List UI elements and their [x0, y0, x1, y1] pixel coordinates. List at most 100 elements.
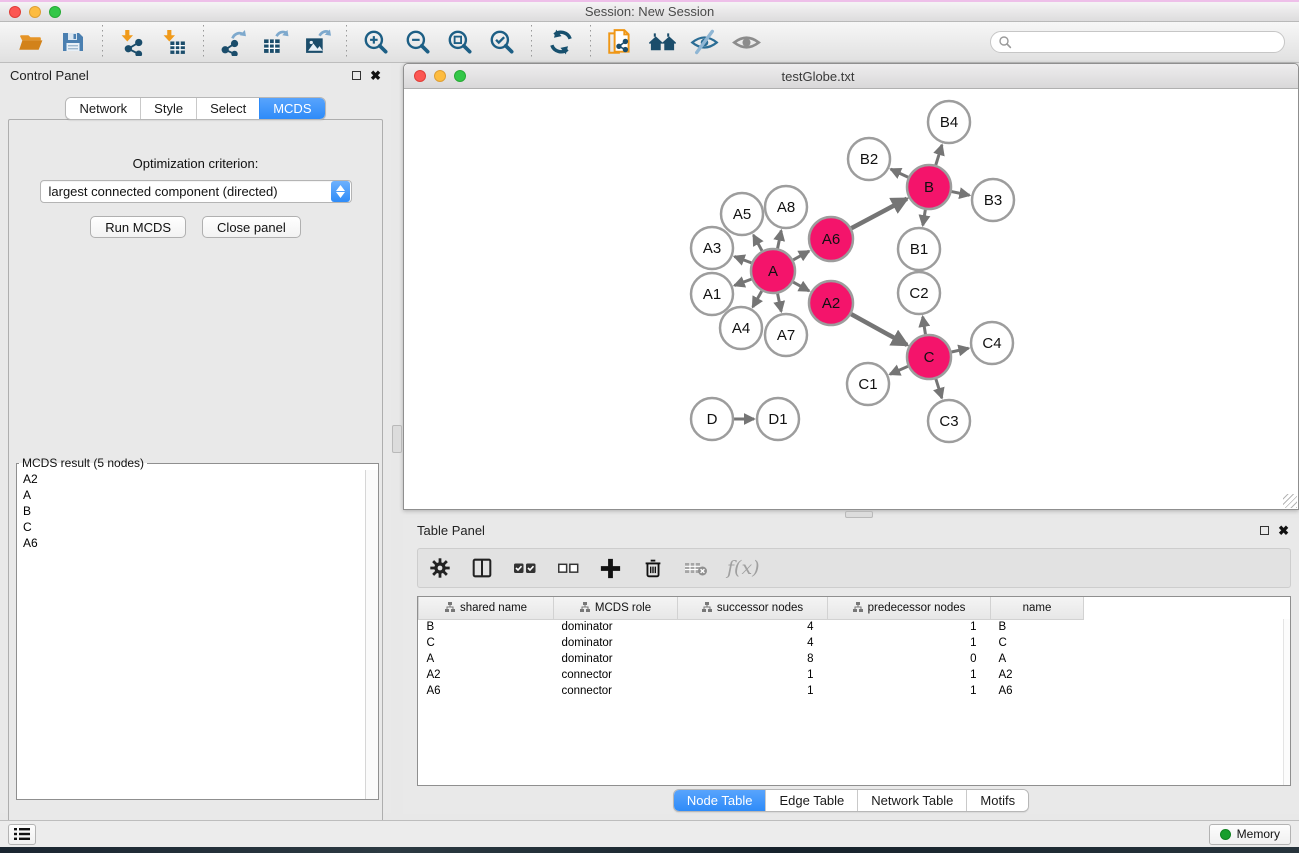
network-minimize-button[interactable] [434, 70, 446, 82]
result-list-item[interactable]: A2 [23, 471, 372, 487]
table-settings-button[interactable] [428, 556, 452, 580]
col-mcds-role[interactable]: MCDS role [554, 597, 678, 619]
select-all-button[interactable] [512, 555, 538, 581]
graph-node-A8[interactable]: A8 [765, 186, 807, 228]
table-row[interactable]: Bdominator41B [419, 619, 1291, 635]
graph-node-A[interactable]: A [751, 249, 795, 293]
split-columns-button[interactable] [470, 556, 494, 580]
tab-node-table[interactable]: Node Table [674, 790, 766, 811]
export-image-button[interactable] [300, 25, 334, 59]
graph-edge-B-B1[interactable] [923, 210, 926, 226]
graph-edge-A-A5[interactable] [753, 235, 762, 251]
tab-mcds[interactable]: MCDS [259, 98, 324, 119]
table-cell[interactable]: A [991, 651, 1084, 667]
col-successor-nodes[interactable]: successor nodes [678, 597, 828, 619]
run-mcds-button[interactable]: Run MCDS [90, 216, 186, 238]
table-cell[interactable]: A [419, 651, 554, 667]
graph-node-A5[interactable]: A5 [721, 193, 763, 235]
result-scrollbar[interactable] [365, 470, 378, 799]
delete-table-button[interactable] [683, 555, 709, 581]
graph-edge-A-A2[interactable] [793, 282, 809, 291]
table-cell[interactable]: B [991, 619, 1084, 635]
graph-edge-A2-C[interactable] [851, 314, 907, 345]
table-cell[interactable]: 0 [828, 651, 991, 667]
table-cell[interactable]: C [991, 635, 1084, 651]
table-cell[interactable]: A6 [991, 683, 1084, 699]
graph-node-C1[interactable]: C1 [847, 363, 889, 405]
network-canvas[interactable]: B4B2BB3A8A5A6B1A3AC2A1A2A4A7C4CC1C3DD1 [405, 90, 1297, 509]
float-panel-icon[interactable] [1260, 526, 1269, 535]
table-cell[interactable]: connector [554, 683, 678, 699]
table-cell[interactable]: 1 [828, 667, 991, 683]
graph-node-B2[interactable]: B2 [848, 138, 890, 180]
zoom-out-button[interactable] [401, 25, 435, 59]
graph-edge-A-A1[interactable] [734, 279, 751, 285]
zoom-in-button[interactable] [359, 25, 393, 59]
export-network-button[interactable] [216, 25, 250, 59]
deselect-all-button[interactable] [556, 556, 580, 580]
graph-node-A2[interactable]: A2 [809, 281, 853, 325]
table-cell[interactable]: A6 [419, 683, 554, 699]
show-all-button[interactable] [729, 25, 763, 59]
export-table-button[interactable] [258, 25, 292, 59]
task-history-button[interactable] [8, 824, 36, 845]
graph-node-D1[interactable]: D1 [757, 398, 799, 440]
result-list-item[interactable]: B [23, 503, 372, 519]
table-cell[interactable]: dominator [554, 635, 678, 651]
graph-node-D[interactable]: D [691, 398, 733, 440]
graph-edge-A-A7[interactable] [778, 294, 782, 312]
table-cell[interactable]: connector [554, 667, 678, 683]
close-window-button[interactable] [9, 6, 21, 18]
zoom-selected-button[interactable] [485, 25, 519, 59]
tab-style[interactable]: Style [140, 98, 196, 119]
table-cell[interactable]: 1 [678, 667, 828, 683]
graph-edge-A-A3[interactable] [734, 256, 751, 262]
table-cell[interactable]: 1 [678, 683, 828, 699]
graph-edge-A-A6[interactable] [793, 251, 809, 260]
minimize-window-button[interactable] [29, 6, 41, 18]
float-panel-icon[interactable] [352, 71, 361, 80]
graph-edge-C-C2[interactable] [923, 317, 926, 335]
graph-node-B3[interactable]: B3 [972, 179, 1014, 221]
table-cell[interactable]: dominator [554, 619, 678, 635]
table-cell[interactable]: C [419, 635, 554, 651]
tab-select[interactable]: Select [196, 98, 259, 119]
delete-column-button[interactable] [641, 556, 665, 580]
graph-node-A4[interactable]: A4 [720, 307, 762, 349]
table-row[interactable]: A2connector11A2 [419, 667, 1291, 683]
graph-node-A6[interactable]: A6 [809, 217, 853, 261]
network-zoom-button[interactable] [454, 70, 466, 82]
criterion-dropdown[interactable]: largest connected component (directed) [40, 180, 352, 203]
table-cell[interactable]: A2 [419, 667, 554, 683]
graph-edge-A6-B[interactable] [851, 199, 907, 229]
vertical-splitter-handle[interactable] [392, 425, 402, 453]
result-list-item[interactable]: A6 [23, 535, 372, 551]
graph-edge-A-A4[interactable] [753, 291, 762, 307]
memory-button[interactable]: Memory [1209, 824, 1291, 845]
result-list-item[interactable]: C [23, 519, 372, 535]
table-row[interactable]: A6connector11A6 [419, 683, 1291, 699]
table-row[interactable]: Cdominator41C [419, 635, 1291, 651]
table-cell[interactable]: dominator [554, 651, 678, 667]
import-network-button[interactable] [115, 25, 149, 59]
add-column-button[interactable] [598, 556, 623, 581]
col-predecessor-nodes[interactable]: predecessor nodes [828, 597, 991, 619]
graph-edge-B-B3[interactable] [952, 192, 970, 196]
table-cell[interactable]: 1 [828, 619, 991, 635]
apply-layout-button[interactable] [544, 25, 578, 59]
function-builder-button[interactable]: f(x) [727, 557, 760, 579]
close-panel-icon[interactable]: ✖ [370, 69, 381, 82]
graph-node-B4[interactable]: B4 [928, 101, 970, 143]
result-list-item[interactable]: A [23, 487, 372, 503]
graph-node-C3[interactable]: C3 [928, 400, 970, 442]
tab-motifs[interactable]: Motifs [966, 790, 1028, 811]
col-shared-name[interactable]: shared name [419, 597, 554, 619]
tab-edge-table[interactable]: Edge Table [765, 790, 857, 811]
search-input[interactable] [990, 31, 1285, 53]
graph-edge-C-C1[interactable] [890, 366, 908, 374]
hide-selected-button[interactable] [687, 25, 721, 59]
graph-node-A7[interactable]: A7 [765, 314, 807, 356]
network-close-button[interactable] [414, 70, 426, 82]
window-resize-grip[interactable] [1283, 494, 1297, 508]
table-cell[interactable]: 8 [678, 651, 828, 667]
